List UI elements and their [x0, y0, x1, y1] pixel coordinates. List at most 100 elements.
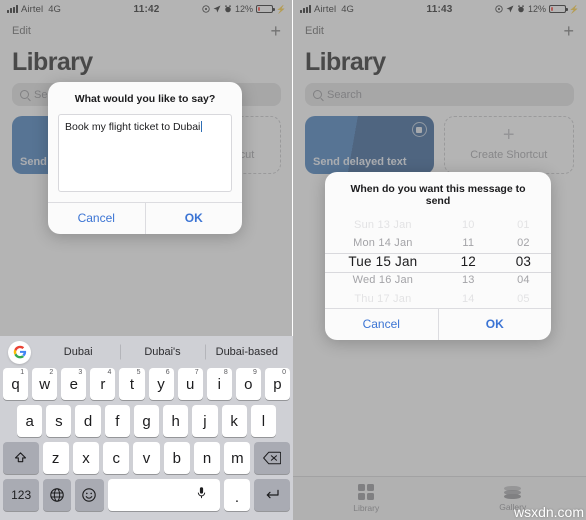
key-num-2: 2: [49, 369, 54, 376]
numeric-key[interactable]: 123: [3, 479, 40, 511]
key-t[interactable]: 5t: [119, 368, 145, 400]
shift-key[interactable]: [3, 442, 39, 474]
stack-icon: [504, 485, 522, 499]
nav-row: Edit +: [0, 18, 293, 40]
key-num-6: 6: [165, 369, 170, 376]
key-y[interactable]: 6y: [148, 368, 174, 400]
status-right: 12% ⚡: [495, 4, 579, 14]
mic-icon[interactable]: [197, 487, 206, 504]
alert-body: Book my flight ticket to Dubai: [48, 114, 242, 202]
status-right: 12% ⚡: [202, 4, 286, 14]
alert-actions: Cancel OK: [325, 308, 551, 340]
picker-column-minute[interactable]: 01 02 03 04 05: [496, 216, 551, 308]
key-b[interactable]: b: [163, 442, 190, 474]
picker-option: 02: [517, 237, 530, 250]
key-label: w: [39, 375, 51, 393]
battery-icon: [549, 5, 568, 13]
shortcut-card-send-delayed-text[interactable]: Send delayed text: [305, 116, 434, 174]
tab-library[interactable]: Library: [293, 477, 440, 520]
key-l[interactable]: l: [250, 405, 276, 437]
picker-option-selected: 12: [460, 253, 477, 269]
key-label: u: [185, 375, 195, 393]
datetime-picker[interactable]: Sun 13 Jan Mon 14 Jan Tue 15 Jan Wed 16 …: [325, 216, 551, 308]
google-logo-icon[interactable]: [8, 340, 31, 364]
key-s[interactable]: s: [46, 405, 72, 437]
tab-label: Library: [353, 503, 380, 513]
cancel-button[interactable]: Cancel: [48, 203, 145, 234]
key-p[interactable]: 0p: [264, 368, 290, 400]
ok-button[interactable]: OK: [437, 309, 552, 340]
card-label: Create Shortcut: [470, 149, 548, 161]
key-a[interactable]: a: [17, 405, 43, 437]
key-o[interactable]: 9o: [235, 368, 261, 400]
key-label: o: [244, 375, 253, 393]
date-picker-alert: When do you want this message to send Su…: [325, 172, 551, 340]
key-r[interactable]: 4r: [90, 368, 116, 400]
edit-button[interactable]: Edit: [305, 25, 324, 37]
key-j[interactable]: j: [192, 405, 218, 437]
key-e[interactable]: 3e: [61, 368, 87, 400]
bolt-icon: ⚡: [569, 4, 579, 14]
backspace-key[interactable]: [254, 442, 290, 474]
add-shortcut-button[interactable]: +: [563, 22, 574, 40]
page-title: Library: [12, 48, 93, 76]
period-key[interactable]: .: [224, 479, 250, 511]
key-label: q: [11, 375, 20, 393]
screenshot-stage: Airtel 4G 11:42 12% ⚡ Edit + Library Sen…: [0, 0, 586, 520]
add-shortcut-button[interactable]: +: [270, 22, 281, 40]
message-textarea[interactable]: Book my flight ticket to Dubai: [58, 114, 232, 192]
page-title: Library: [305, 48, 386, 76]
key-num-7: 7: [194, 369, 199, 376]
picker-option: 14: [461, 292, 475, 305]
key-label: y: [157, 375, 165, 393]
key-g[interactable]: g: [133, 405, 160, 437]
key-k[interactable]: k: [221, 405, 247, 437]
picker-option-selected: Tue 15 Jan: [348, 253, 418, 269]
ok-button[interactable]: OK: [144, 203, 243, 234]
alarm-icon: [225, 5, 232, 13]
create-shortcut-card[interactable]: + Create Shortcut: [443, 116, 574, 174]
return-key[interactable]: [253, 479, 290, 511]
key-v[interactable]: v: [133, 442, 160, 474]
edit-button[interactable]: Edit: [12, 25, 31, 37]
key-h[interactable]: h: [163, 405, 189, 437]
key-d[interactable]: d: [75, 405, 101, 437]
picker-option: 05: [517, 292, 530, 305]
suggestion-0[interactable]: Dubai: [36, 346, 120, 358]
bolt-icon: ⚡: [276, 4, 286, 14]
cancel-button[interactable]: Cancel: [325, 309, 438, 340]
picker-option: 10: [461, 219, 475, 232]
key-w[interactable]: 2w: [32, 368, 58, 400]
search-input[interactable]: Search: [305, 83, 574, 106]
key-n[interactable]: n: [193, 442, 221, 474]
key-i[interactable]: 8i: [206, 368, 232, 400]
search-placeholder: Search: [327, 88, 362, 101]
key-q[interactable]: 1q: [3, 368, 29, 400]
picker-selection-band-top: [325, 252, 551, 254]
key-c[interactable]: c: [103, 442, 130, 474]
space-key[interactable]: [107, 479, 221, 511]
key-u[interactable]: 7u: [177, 368, 203, 400]
alert-title: When do you want this message to send: [350, 183, 526, 207]
picker-column-day[interactable]: Sun 13 Jan Mon 14 Jan Tue 15 Jan Wed 16 …: [325, 216, 441, 308]
keyboard-row-1: 1q 2w 3e 4r 5t 6y 7u 8i 9o 0p: [0, 368, 293, 405]
globe-icon: [50, 488, 65, 502]
suggestion-2[interactable]: Dubai-based: [205, 346, 289, 358]
key-x[interactable]: x: [72, 442, 100, 474]
picker-option: 04: [517, 274, 530, 287]
picker-column-hour[interactable]: 10 11 12 13 14: [441, 216, 496, 308]
suggestion-1[interactable]: Dubai's: [120, 346, 204, 358]
globe-key[interactable]: [43, 479, 72, 511]
emoji-key[interactable]: [75, 479, 104, 511]
key-num-0: 0: [282, 369, 286, 376]
key-f[interactable]: f: [104, 405, 130, 437]
message-text: Book my flight ticket to Dubai: [65, 121, 201, 133]
shift-icon: [15, 451, 27, 462]
battery-percent: 12%: [528, 4, 547, 14]
key-label: p: [273, 375, 282, 393]
status-bar: Airtel 4G 11:43 12% ⚡: [293, 0, 586, 18]
keyboard-row-3: z x c v b n m: [0, 442, 293, 479]
lock-rotation-icon: [202, 5, 210, 13]
key-m[interactable]: m: [224, 442, 251, 474]
key-z[interactable]: z: [42, 442, 69, 474]
